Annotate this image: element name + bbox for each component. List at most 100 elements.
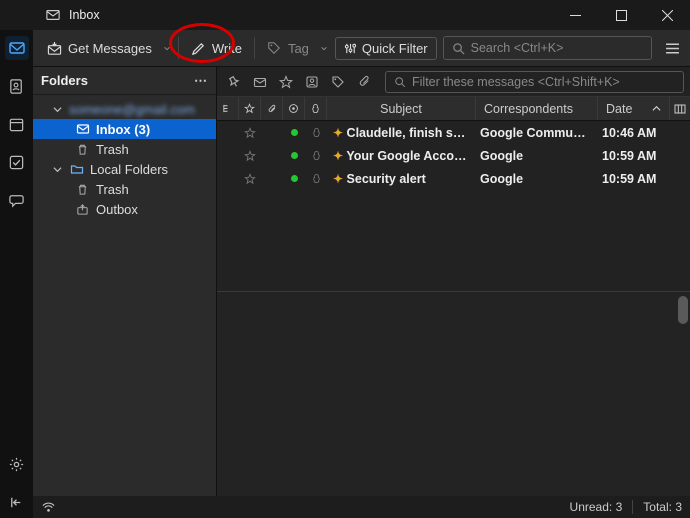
- col-date[interactable]: Date: [598, 97, 670, 120]
- title-bar: Inbox: [0, 0, 690, 30]
- window-icon: [45, 7, 61, 23]
- message-list: ✦ Claudelle, finish s… Google Community …: [217, 121, 690, 291]
- date-cell: 10:59 AM: [596, 172, 670, 186]
- maximize-button[interactable]: [598, 0, 644, 30]
- trash-icon: [75, 182, 90, 197]
- message-row[interactable]: ✦ Security alert Google 10:59 AM: [217, 167, 690, 190]
- chevron-down-icon: [51, 165, 63, 174]
- inbox-icon: [75, 122, 90, 137]
- rail-calendar-icon[interactable]: [5, 112, 29, 136]
- folder-outbox[interactable]: Outbox: [33, 199, 216, 219]
- star-cell[interactable]: [239, 150, 261, 162]
- tag-label: Tag: [288, 41, 309, 56]
- quick-filter-button[interactable]: Quick Filter: [335, 37, 437, 60]
- unread-cell[interactable]: [283, 175, 305, 182]
- unread-count: 3: [616, 500, 623, 514]
- new-indicator-icon: ✦: [333, 172, 343, 186]
- close-button[interactable]: [644, 0, 690, 30]
- folder-tree: someone@gmail.com Inbox (3) Trash Local …: [33, 95, 216, 496]
- message-row[interactable]: ✦ Claudelle, finish s… Google Community …: [217, 121, 690, 144]
- online-status-icon[interactable]: [41, 500, 56, 515]
- rail-chat-icon[interactable]: [5, 188, 29, 212]
- unread-cell[interactable]: [283, 129, 305, 136]
- folder-trash-label: Trash: [96, 142, 129, 157]
- spam-cell[interactable]: [305, 173, 327, 184]
- minimize-button[interactable]: [552, 0, 598, 30]
- global-search[interactable]: [443, 36, 652, 60]
- correspondent-cell: Google Community …: [474, 126, 596, 140]
- global-search-input[interactable]: [471, 41, 643, 55]
- qf-tag-icon[interactable]: [327, 71, 349, 93]
- search-icon: [452, 42, 465, 55]
- message-filter[interactable]: [385, 71, 684, 93]
- folder-local-trash[interactable]: Trash: [33, 179, 216, 199]
- tag-dropdown[interactable]: [317, 44, 331, 53]
- folder-local-trash-label: Trash: [96, 182, 129, 197]
- col-thread-icon[interactable]: [217, 97, 239, 120]
- app-menu-button[interactable]: [660, 36, 684, 60]
- quick-filter-label: Quick Filter: [362, 41, 428, 56]
- tag-button[interactable]: Tag: [259, 37, 317, 60]
- qf-unread-icon[interactable]: [249, 71, 271, 93]
- main-toolbar: Get Messages Write Tag Quick Filter: [33, 30, 690, 67]
- sliders-icon: [344, 42, 357, 55]
- spam-cell[interactable]: [305, 127, 327, 138]
- get-messages-label: Get Messages: [68, 41, 152, 56]
- message-filter-input[interactable]: [412, 75, 675, 89]
- qf-attach-icon[interactable]: [353, 71, 375, 93]
- folder-trash[interactable]: Trash: [33, 139, 216, 159]
- col-spam-icon[interactable]: [305, 97, 327, 120]
- message-filter-bar: [217, 67, 690, 97]
- get-messages-dropdown[interactable]: [160, 44, 174, 53]
- tag-icon: [267, 41, 282, 56]
- separator: [178, 37, 179, 59]
- correspondent-cell: Google: [474, 149, 596, 163]
- scrollbar[interactable]: [678, 296, 688, 492]
- spam-cell[interactable]: [305, 150, 327, 161]
- unread-cell[interactable]: [283, 152, 305, 159]
- date-cell: 10:59 AM: [596, 149, 670, 163]
- get-messages-button[interactable]: Get Messages: [39, 37, 160, 60]
- subject-cell: ✦ Your Google Acco…: [327, 149, 474, 163]
- col-correspondents[interactable]: Correspondents: [476, 97, 598, 120]
- qf-star-icon[interactable]: [275, 71, 297, 93]
- scrollbar-thumb[interactable]: [678, 296, 688, 324]
- sort-asc-icon: [652, 104, 661, 113]
- write-button[interactable]: Write: [183, 37, 250, 60]
- trash-icon: [75, 142, 90, 157]
- col-unread-icon[interactable]: [283, 97, 305, 120]
- folder-outbox-label: Outbox: [96, 202, 138, 217]
- account-label: someone@gmail.com: [69, 102, 195, 117]
- rail-settings-icon[interactable]: [5, 452, 29, 476]
- rail-mail-icon[interactable]: [5, 36, 29, 60]
- total-count: 3: [675, 500, 682, 514]
- col-subject[interactable]: Subject: [327, 97, 476, 120]
- message-pane: Subject Correspondents Date: [217, 67, 690, 496]
- subject-cell: ✦ Security alert: [327, 172, 474, 186]
- folder-inbox-label: Inbox (3): [96, 122, 150, 137]
- account-row[interactable]: someone@gmail.com: [33, 99, 216, 119]
- col-attach-icon[interactable]: [261, 97, 283, 120]
- download-mail-icon: [47, 41, 62, 56]
- star-cell[interactable]: [239, 127, 261, 139]
- folder-inbox[interactable]: Inbox (3): [33, 119, 216, 139]
- new-indicator-icon: ✦: [333, 126, 343, 140]
- star-cell[interactable]: [239, 173, 261, 185]
- rail-tasks-icon[interactable]: [5, 150, 29, 174]
- write-label: Write: [212, 41, 242, 56]
- pencil-icon: [191, 41, 206, 56]
- unread-label: Unread:: [570, 500, 613, 514]
- col-star-icon[interactable]: [239, 97, 261, 120]
- folder-pane-menu[interactable]: ⋯: [194, 73, 208, 89]
- date-cell: 10:46 AM: [596, 126, 670, 140]
- message-row[interactable]: ✦ Your Google Acco… Google 10:59 AM: [217, 144, 690, 167]
- subject-cell: ✦ Claudelle, finish s…: [327, 126, 474, 140]
- rail-collapse-icon[interactable]: [5, 490, 29, 514]
- rail-addressbook-icon[interactable]: [5, 74, 29, 98]
- column-headers: Subject Correspondents Date: [217, 97, 690, 121]
- total-label: Total:: [643, 500, 672, 514]
- local-folders-row[interactable]: Local Folders: [33, 159, 216, 179]
- column-picker-icon[interactable]: [670, 97, 690, 120]
- qf-contact-icon[interactable]: [301, 71, 323, 93]
- pin-icon[interactable]: [223, 71, 245, 93]
